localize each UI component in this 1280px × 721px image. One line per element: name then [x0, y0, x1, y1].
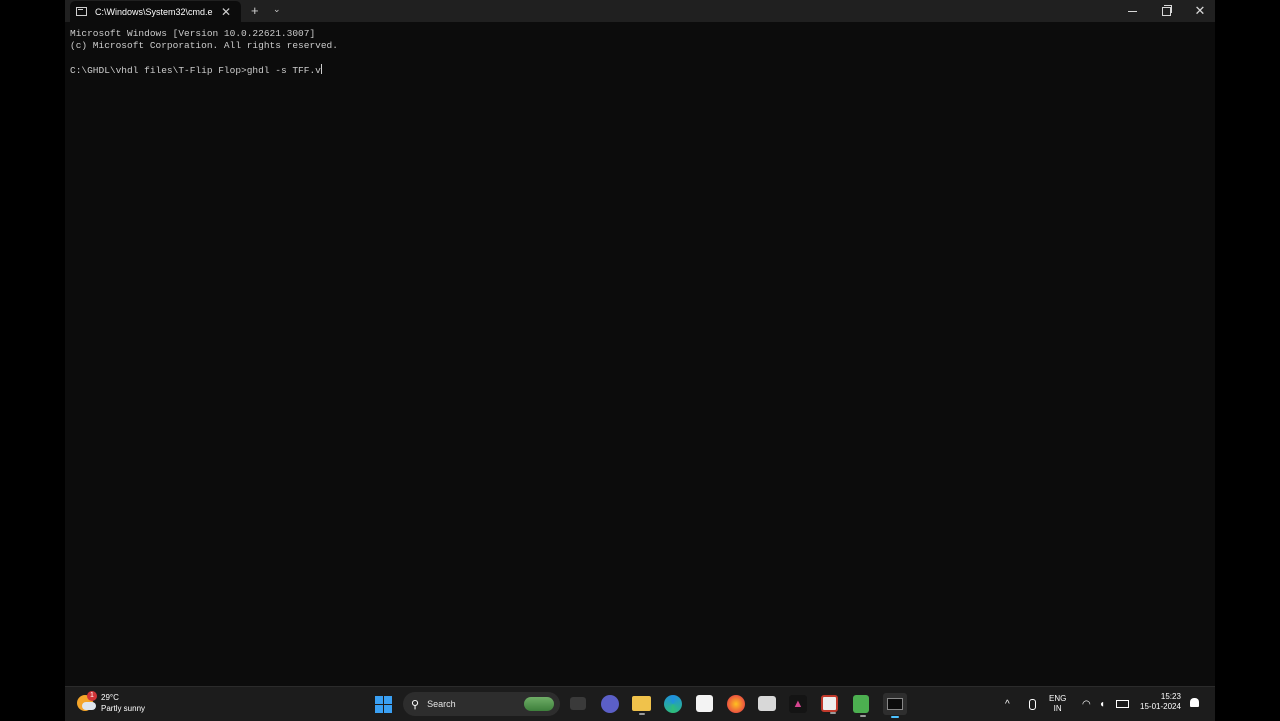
microphone-icon[interactable]: [1029, 687, 1036, 721]
text-cursor: [320, 64, 322, 74]
search-label: Search: [427, 699, 456, 709]
tab-dropdown-button[interactable]: ⌄: [273, 4, 281, 15]
firefox-icon[interactable]: [727, 695, 745, 713]
running-indicator: [830, 712, 836, 714]
task-view-icon[interactable]: [570, 697, 586, 710]
clock-date: 15-01-2024: [1140, 702, 1181, 711]
minimize-icon: [1127, 10, 1137, 12]
running-indicator: [860, 715, 866, 717]
restore-icon: [1161, 4, 1172, 16]
tab-close-icon[interactable]: ✕: [221, 6, 231, 18]
minimize-button[interactable]: [1115, 0, 1149, 22]
weather-widget[interactable]: 1 29°C Partly sunny: [77, 691, 145, 714]
language-code: ENG: [1049, 694, 1067, 703]
search-highlight-icon: [524, 697, 554, 711]
search-icon: ⚲: [411, 698, 420, 711]
volume-icon[interactable]: ◖: [1099, 687, 1105, 721]
console-output[interactable]: Microsoft Windows [Version 10.0.22621.30…: [70, 28, 338, 77]
active-indicator: [891, 716, 899, 718]
language-region: IN: [1053, 704, 1062, 713]
snipping-tool-icon[interactable]: [821, 695, 838, 714]
app-icon[interactable]: [758, 696, 776, 711]
notification-bell-icon[interactable]: [1190, 698, 1199, 707]
close-button[interactable]: ✕: [1183, 0, 1217, 22]
running-indicator: [639, 713, 645, 715]
close-icon: ✕: [1194, 3, 1206, 18]
file-explorer-icon[interactable]: [632, 696, 651, 715]
show-hidden-icons-chevron-icon[interactable]: ^: [1005, 687, 1010, 721]
console-line: Microsoft Windows [Version 10.0.22621.30…: [70, 28, 316, 39]
edge-browser-icon[interactable]: [664, 695, 682, 713]
console-blank: [70, 52, 338, 64]
terminal-window: C:\Windows\System32\cmd.e ✕ + ⌄ ✕ Micros…: [65, 0, 1215, 721]
clock[interactable]: 15:23 15-01-2024: [1140, 692, 1181, 712]
taskbar-search[interactable]: ⚲ Search: [403, 692, 560, 716]
affinity-icon[interactable]: ▲: [789, 695, 807, 713]
weather-condition: Partly sunny: [101, 704, 146, 713]
title-bar: C:\Windows\System32\cmd.e ✕ + ⌄ ✕: [65, 0, 1215, 22]
console-line: (c) Microsoft Corporation. All rights re…: [70, 40, 338, 51]
prompt-text: C:\GHDL\vhdl files\T-Flip Flop>: [70, 65, 247, 76]
taskbar: 1 29°C Partly sunny ⚲ Search ▲ ^ ENG IN: [65, 686, 1215, 721]
weather-text: 29°C Partly sunny: [101, 692, 145, 714]
notepad-plus-icon[interactable]: [853, 695, 869, 717]
new-tab-button[interactable]: +: [251, 3, 259, 18]
microsoft-store-icon[interactable]: [696, 695, 713, 712]
language-indicator[interactable]: ENG IN: [1049, 694, 1066, 714]
tab-title: C:\Windows\System32\cmd.e: [95, 6, 213, 17]
tab-cmd[interactable]: C:\Windows\System32\cmd.e ✕: [70, 1, 241, 22]
teams-chat-icon[interactable]: [601, 695, 619, 713]
notification-badge: 1: [87, 691, 97, 701]
wifi-icon[interactable]: ◠: [1082, 687, 1091, 721]
partly-sunny-icon: 1: [77, 691, 97, 711]
restore-button[interactable]: [1149, 0, 1183, 22]
command-line[interactable]: C:\GHDL\vhdl files\T-Flip Flop>ghdl -s T…: [70, 64, 338, 77]
clock-time: 15:23: [1160, 692, 1181, 701]
windows-start-icon[interactable]: [375, 696, 392, 713]
battery-icon[interactable]: [1116, 687, 1129, 721]
terminal-icon: [76, 7, 87, 16]
terminal-taskbar-icon[interactable]: [883, 693, 907, 718]
weather-temp: 29°C: [101, 693, 119, 702]
command-text: ghdl -s TFF.v: [246, 65, 321, 76]
